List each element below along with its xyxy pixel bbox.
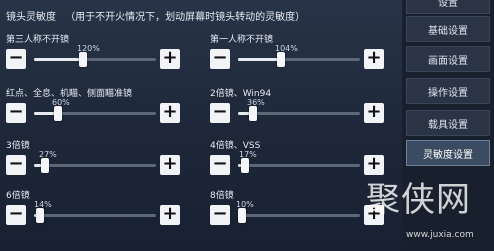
slider-value: 104%	[275, 44, 298, 53]
slider-fill	[238, 58, 281, 61]
slider-track[interactable]	[34, 52, 156, 67]
slider-fill	[34, 58, 83, 61]
slider-track[interactable]	[34, 106, 156, 121]
increase-button[interactable]: +	[364, 103, 384, 123]
increase-button[interactable]: +	[364, 205, 384, 225]
minus-icon: −	[8, 153, 24, 174]
slider-label: 8倍镜	[210, 191, 234, 201]
slider-value: 36%	[247, 98, 265, 107]
slider-label: 3倍镜	[6, 141, 30, 151]
section-subtitle: （用于不开火情况下，划动屏幕时镜头转动的灵敏度）	[65, 12, 306, 23]
slider-track[interactable]	[238, 52, 360, 67]
plus-icon: +	[162, 153, 178, 174]
sidebar-tab-1[interactable]: 基础设置	[406, 16, 490, 42]
slider-value: 120%	[77, 44, 100, 53]
slider-label: 6倍镜	[6, 191, 30, 201]
sidebar-tab-2[interactable]: 画面设置	[406, 46, 490, 72]
decrease-button[interactable]: −	[6, 49, 26, 69]
slider-track[interactable]	[238, 106, 360, 121]
decrease-button[interactable]: −	[6, 205, 26, 225]
slider-value: 17%	[239, 150, 257, 159]
slider-thumb[interactable]	[241, 158, 249, 173]
plus-icon: +	[366, 203, 382, 224]
slider-thumb[interactable]	[249, 106, 257, 121]
minus-icon: −	[212, 153, 228, 174]
minus-icon: −	[8, 101, 24, 122]
slider-value: 27%	[39, 150, 57, 159]
decrease-button[interactable]: −	[210, 155, 230, 175]
slider-thumb[interactable]	[54, 106, 62, 121]
section-header: 镜头灵敏度 （用于不开火情况下，划动屏幕时镜头转动的灵敏度）	[6, 8, 305, 23]
sensitivity-panel: 镜头灵敏度 （用于不开火情况下，划动屏幕时镜头转动的灵敏度） 第三人称不开镜 −1…	[0, 0, 402, 251]
decrease-button[interactable]: −	[6, 103, 26, 123]
plus-icon: +	[366, 47, 382, 68]
minus-icon: −	[8, 203, 24, 224]
sidebar-tab-0[interactable]: 设置	[406, 0, 490, 14]
slider-track[interactable]	[34, 208, 156, 223]
decrease-button[interactable]: −	[6, 155, 26, 175]
plus-icon: +	[162, 203, 178, 224]
slider-value: 10%	[236, 200, 254, 209]
increase-button[interactable]: +	[160, 205, 180, 225]
minus-icon: −	[8, 47, 24, 68]
decrease-button[interactable]: −	[210, 205, 230, 225]
slider-value: 60%	[52, 98, 70, 107]
increase-button[interactable]: +	[364, 155, 384, 175]
slider-thumb[interactable]	[41, 158, 49, 173]
increase-button[interactable]: +	[160, 103, 180, 123]
slider-track[interactable]	[238, 208, 360, 223]
slider-thumb[interactable]	[79, 52, 87, 67]
sidebar-tab-4[interactable]: 载具设置	[406, 110, 490, 136]
slider-thumb[interactable]	[36, 208, 44, 223]
sidebar-tab-5[interactable]: 灵敏度设置	[406, 140, 490, 166]
slider-label: 第三人称不开镜	[6, 35, 70, 45]
plus-icon: +	[162, 101, 178, 122]
increase-button[interactable]: +	[160, 49, 180, 69]
sidebar-tab-3[interactable]: 操作设置	[406, 78, 490, 104]
decrease-button[interactable]: −	[210, 49, 230, 69]
slider-thumb[interactable]	[238, 208, 246, 223]
slider-label: 第一人称不开镜	[210, 35, 274, 45]
increase-button[interactable]: +	[160, 155, 180, 175]
slider-thumb[interactable]	[277, 52, 285, 67]
settings-sidebar: 设置基础设置画面设置操作设置载具设置灵敏度设置	[402, 0, 494, 251]
plus-icon: +	[366, 101, 382, 122]
decrease-button[interactable]: −	[210, 103, 230, 123]
minus-icon: −	[212, 47, 228, 68]
settings-screen: 镜头灵敏度 （用于不开火情况下，划动屏幕时镜头转动的灵敏度） 第三人称不开镜 −1…	[0, 0, 494, 251]
slider-value: 14%	[34, 200, 52, 209]
minus-icon: −	[212, 101, 228, 122]
slider-track[interactable]	[238, 158, 360, 173]
plus-icon: +	[162, 47, 178, 68]
plus-icon: +	[366, 153, 382, 174]
minus-icon: −	[212, 203, 228, 224]
increase-button[interactable]: +	[364, 49, 384, 69]
section-title: 镜头灵敏度	[6, 12, 56, 23]
slider-track[interactable]	[34, 158, 156, 173]
